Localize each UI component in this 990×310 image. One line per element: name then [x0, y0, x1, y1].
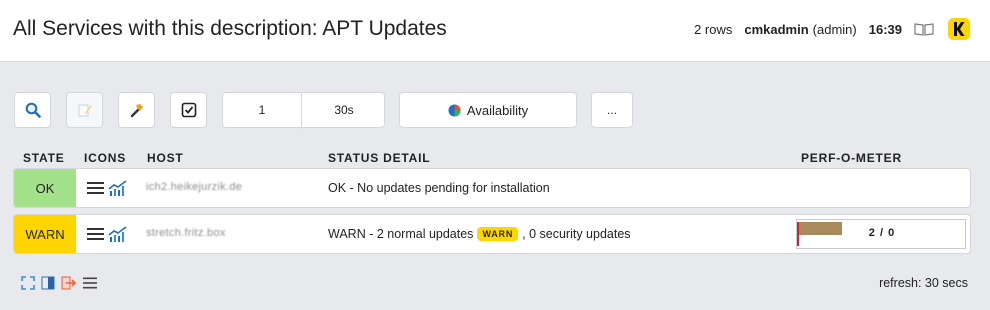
- page-title: All Services with this description: APT …: [13, 17, 447, 40]
- checkbox-icon: [181, 102, 196, 118]
- search-button[interactable]: [14, 92, 51, 128]
- fullscreen-icon[interactable]: [21, 276, 35, 290]
- menu-icon[interactable]: [87, 227, 104, 241]
- table-row: OK ich2.heikejurzik.de OK - No updates p…: [13, 168, 971, 208]
- hammer-icon: [130, 104, 143, 118]
- edit-pencil-icon: [78, 104, 92, 117]
- clock: 16:39: [868, 21, 902, 37]
- commands-button[interactable]: [118, 92, 155, 128]
- more-label: ...: [606, 103, 617, 117]
- table-header: STATE ICONS HOST STATUS DETAIL PERF-O-ME…: [0, 151, 990, 165]
- availability-button[interactable]: Availability: [399, 92, 577, 128]
- status-detail: OK - No updates pending for installation: [328, 181, 550, 195]
- user-role: (admin): [812, 21, 857, 37]
- refresh-control: 1 30s: [222, 92, 386, 129]
- state-badge[interactable]: WARN: [14, 215, 76, 253]
- status-detail-text: WARN - 2 normal updates: [328, 227, 474, 241]
- availability-icon: [448, 103, 461, 117]
- list-menu-icon[interactable]: [83, 277, 97, 289]
- page-header: All Services with this description: APT …: [0, 0, 990, 62]
- edit-view-button[interactable]: [66, 92, 103, 128]
- perf-o-meter[interactable]: 2 / 0: [796, 219, 966, 249]
- col-state[interactable]: STATE: [23, 151, 65, 165]
- sidebar-icon[interactable]: [41, 276, 55, 290]
- k-logo-icon: [954, 22, 965, 36]
- status-detail-suffix: , 0 security updates: [522, 227, 631, 241]
- col-status-detail[interactable]: STATUS DETAIL: [328, 151, 430, 165]
- username[interactable]: cmkadmin: [744, 22, 808, 37]
- refresh-interval[interactable]: 30s: [302, 103, 386, 117]
- more-button[interactable]: ...: [591, 92, 633, 128]
- table-row: WARN stretch.fritz.box WARN - 2 normal u…: [13, 214, 971, 254]
- graph-icon[interactable]: [108, 226, 128, 242]
- footer-icons: [21, 276, 103, 290]
- state-badge[interactable]: OK: [14, 169, 76, 207]
- checkmk-logo[interactable]: [948, 18, 970, 40]
- refresh-status: refresh: 30 secs: [879, 276, 968, 290]
- col-icons: ICONS: [84, 151, 127, 165]
- row-count: 2 rows: [694, 21, 733, 37]
- header-status: 2 rows cmkadmin (admin) 16:39: [694, 16, 970, 42]
- perf-value: 2 / 0: [868, 227, 896, 239]
- col-perf-o-meter[interactable]: PERF-O-METER: [801, 151, 902, 165]
- magnifier-icon: [25, 102, 41, 118]
- checkbox-toggle-button[interactable]: [170, 92, 207, 128]
- row-icons: [87, 226, 128, 242]
- warn-badge: WARN: [477, 227, 519, 241]
- col-host[interactable]: HOST: [147, 151, 184, 165]
- status-detail-text: OK - No updates pending for installation: [328, 181, 550, 195]
- availability-label: Availability: [466, 102, 529, 118]
- host-link[interactable]: ich2.heikejurzik.de: [146, 181, 242, 193]
- status-detail: WARN - 2 normal updates WARN , 0 securit…: [328, 227, 631, 241]
- export-icon[interactable]: [61, 276, 77, 290]
- graph-icon[interactable]: [108, 180, 128, 196]
- host-link[interactable]: stretch.fritz.box: [146, 227, 226, 239]
- refresh-count[interactable]: 1: [223, 103, 301, 117]
- row-icons: [87, 180, 128, 196]
- menu-icon[interactable]: [87, 181, 104, 195]
- book-icon[interactable]: [914, 22, 934, 36]
